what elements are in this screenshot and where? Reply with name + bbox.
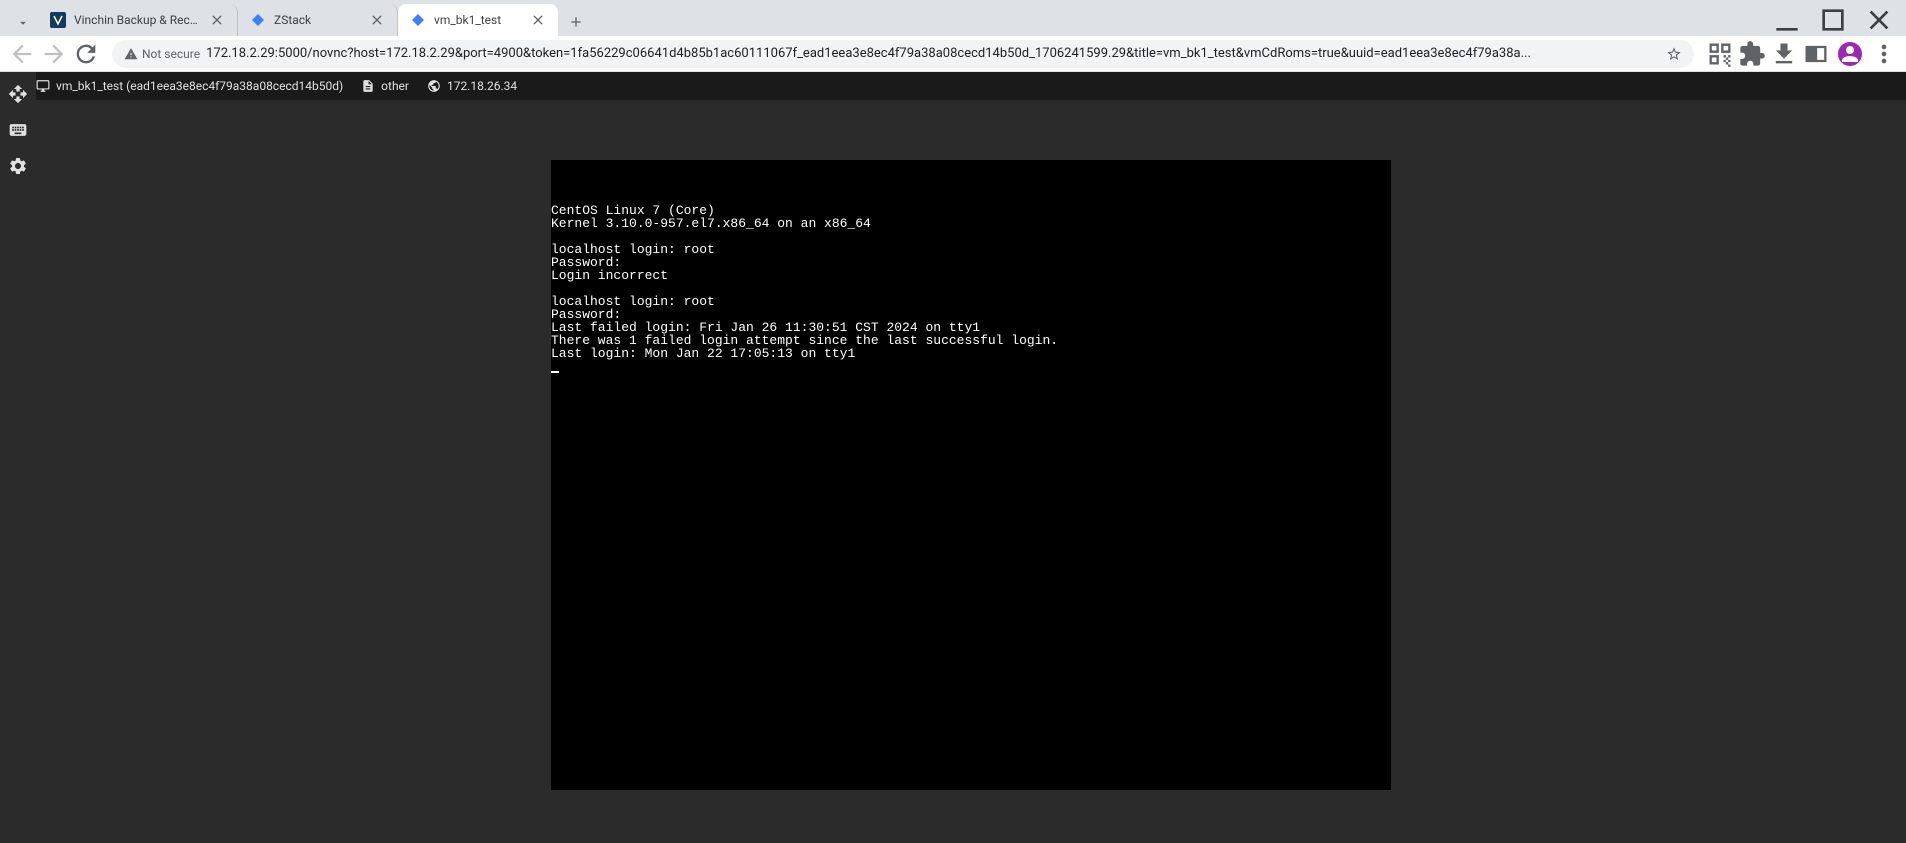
- close-icon: [209, 12, 225, 28]
- close-icon: [530, 12, 546, 28]
- forward-button[interactable]: [40, 40, 68, 68]
- tab-search-button[interactable]: [8, 10, 38, 36]
- vnc-console[interactable]: CentOS Linux 7 (Core)Kernel 3.10.0-957.e…: [551, 160, 1391, 790]
- minimize-icon: [1764, 4, 1810, 36]
- qr-code-button[interactable]: [1706, 40, 1734, 68]
- tab-zstack[interactable]: ZStack: [238, 4, 398, 36]
- tab-title: ZStack: [274, 13, 361, 27]
- keyboard-button[interactable]: [8, 120, 28, 140]
- vm-name-label: vm_bk1_test (ead1eea3e8ec4f79a38a08cecd1…: [36, 79, 343, 93]
- cursor: [551, 371, 559, 373]
- console-line: Kernel 3.10.0-957.el7.x86_64 on an x86_6…: [551, 217, 1391, 230]
- puzzle-icon: [1738, 40, 1766, 68]
- zstack-favicon: [250, 12, 266, 28]
- document-icon: [361, 79, 375, 93]
- extensions-button[interactable]: [1738, 40, 1766, 68]
- keyboard-icon: [8, 120, 28, 140]
- close-icon: [1856, 4, 1902, 36]
- security-label: Not secure: [142, 47, 200, 61]
- globe-icon: [427, 79, 441, 93]
- tab-vinchin[interactable]: Vinchin Backup & Recovery: [38, 4, 238, 36]
- new-tab-button[interactable]: [558, 8, 594, 36]
- arrow-right-icon: [40, 40, 68, 68]
- url-text: 172.18.2.29:5000/novnc?host=172.18.2.29&…: [206, 46, 1660, 61]
- console-line: Last login: Mon Jan 22 17:05:13 on tty1: [551, 347, 1391, 360]
- gear-icon: [8, 156, 28, 176]
- page-content: vm_bk1_test (ead1eea3e8ec4f79a38a08cecd1…: [0, 72, 1906, 843]
- maximize-icon: [1810, 4, 1856, 36]
- tab-title: Vinchin Backup & Recovery: [74, 13, 201, 27]
- arrow-left-icon: [8, 40, 36, 68]
- tab-close-button[interactable]: [369, 12, 385, 28]
- vinchin-favicon: [50, 12, 66, 28]
- maximize-button[interactable]: [1810, 4, 1856, 36]
- qr-code-icon: [1706, 40, 1734, 68]
- monitor-icon: [36, 79, 50, 93]
- tab-vm-bk1-test[interactable]: vm_bk1_test: [398, 4, 558, 36]
- side-panel-icon: [1802, 40, 1830, 68]
- kebab-menu-icon: [1870, 40, 1898, 68]
- tab-title: vm_bk1_test: [434, 13, 522, 27]
- address-bar[interactable]: Not secure 172.18.2.29:5000/novnc?host=1…: [112, 40, 1694, 68]
- side-panel-button[interactable]: [1802, 40, 1830, 68]
- media-label[interactable]: other: [361, 79, 409, 93]
- vm-favicon: [410, 12, 426, 28]
- chevron-down-icon: [16, 16, 30, 30]
- console-container: CentOS Linux 7 (Core)Kernel 3.10.0-957.e…: [36, 100, 1906, 843]
- reload-button[interactable]: [72, 40, 100, 68]
- bookmark-button[interactable]: [1666, 46, 1682, 62]
- vnc-sidebar: [0, 72, 36, 843]
- plus-icon: [568, 14, 584, 30]
- ip-label: 172.18.26.34: [427, 79, 517, 93]
- main-area: vm_bk1_test (ead1eea3e8ec4f79a38a08cecd1…: [36, 72, 1906, 843]
- console-line: localhost login: root: [551, 295, 1391, 308]
- browser-toolbar: Not secure 172.18.2.29:5000/novnc?host=1…: [0, 36, 1906, 72]
- profile-avatar[interactable]: [1838, 42, 1862, 66]
- warning-icon: [124, 47, 138, 61]
- vm-header-bar: vm_bk1_test (ead1eea3e8ec4f79a38a08cecd1…: [36, 72, 1906, 100]
- security-indicator[interactable]: Not secure: [124, 47, 200, 61]
- star-icon: [1666, 46, 1682, 62]
- close-icon: [369, 12, 385, 28]
- menu-button[interactable]: [1870, 40, 1898, 68]
- browser-tab-bar: Vinchin Backup & Recovery ZStack vm_bk1_…: [0, 0, 1906, 36]
- settings-button[interactable]: [8, 156, 28, 176]
- person-icon: [1838, 42, 1862, 66]
- back-button[interactable]: [8, 40, 36, 68]
- console-line: localhost login: root: [551, 243, 1391, 256]
- console-line: Login incorrect: [551, 269, 1391, 282]
- minimize-button[interactable]: [1764, 4, 1810, 36]
- move-icon: [8, 84, 28, 104]
- window-controls: [1764, 4, 1906, 36]
- move-tool-button[interactable]: [8, 84, 28, 104]
- reload-icon: [72, 40, 100, 68]
- download-icon: [1770, 40, 1798, 68]
- close-window-button[interactable]: [1856, 4, 1902, 36]
- downloads-button[interactable]: [1770, 40, 1798, 68]
- tab-close-button[interactable]: [209, 12, 225, 28]
- tab-close-button[interactable]: [530, 12, 546, 28]
- console-line: Password:: [551, 256, 1391, 269]
